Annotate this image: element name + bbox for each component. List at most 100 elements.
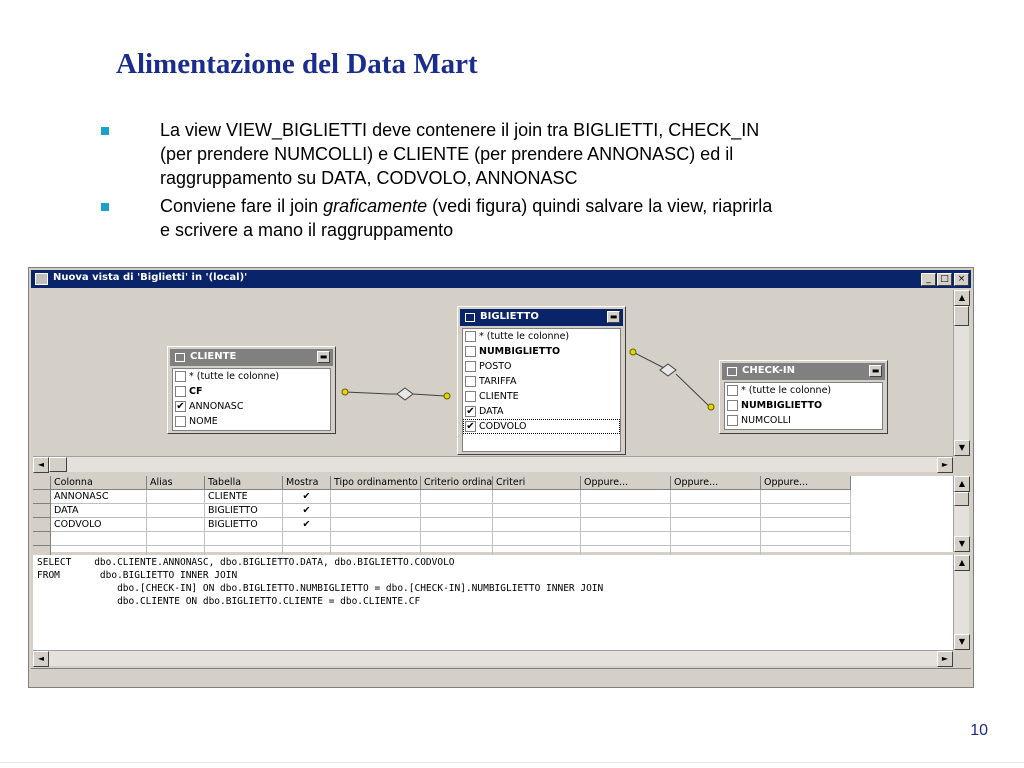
grid-row-selector[interactable] (33, 504, 51, 518)
table-biglietto-header[interactable]: BIGLIETTO ▬ (460, 309, 623, 326)
grid-row-selector[interactable] (33, 532, 51, 546)
grid-cell[interactable]: ✔ (283, 504, 331, 518)
table-column-row[interactable]: NOME (173, 414, 330, 429)
grid-cell[interactable] (761, 490, 851, 504)
maximize-button[interactable]: □ (937, 273, 952, 286)
column-checkbox[interactable] (465, 361, 476, 372)
grid-cell[interactable] (581, 490, 671, 504)
grid-cell[interactable] (331, 532, 421, 546)
grid-cell[interactable] (493, 532, 581, 546)
table-checkin[interactable]: CHECK-IN ▬ * (tutte le colonne) NUMBIGLIE… (719, 360, 888, 434)
scroll-thumb[interactable] (49, 457, 67, 472)
grid-column-header[interactable]: Criterio ordina (421, 476, 493, 490)
scroll-left-button[interactable]: ◄ (33, 651, 49, 667)
table-checkin-header[interactable]: CHECK-IN ▬ (722, 363, 885, 380)
grid-column-header[interactable]: Oppure... (671, 476, 761, 490)
grid-cell[interactable] (493, 490, 581, 504)
grid-column-header[interactable]: Alias (147, 476, 205, 490)
grid-cell[interactable]: CODVOLO (51, 518, 147, 532)
window-titlebar[interactable]: Nuova vista di 'Biglietti' in '(local)' … (31, 270, 971, 288)
grid-cell[interactable] (671, 532, 761, 546)
grid-column-header[interactable]: Oppure... (581, 476, 671, 490)
grid-vscroll[interactable]: ▲ ▼ (953, 476, 970, 552)
column-checkbox[interactable] (727, 415, 738, 426)
grid-cell[interactable] (421, 504, 493, 518)
grid-cell[interactable] (205, 532, 283, 546)
sql-hscroll[interactable]: ◄ ► (33, 650, 953, 667)
table-column-row[interactable]: CF (173, 384, 330, 399)
table-cliente-header[interactable]: CLIENTE ▬ (170, 349, 333, 366)
table-column-row[interactable]: NUMBIGLIETTO (725, 398, 882, 413)
column-checkbox[interactable] (175, 386, 186, 397)
grid-cell[interactable] (147, 490, 205, 504)
grid-column-header[interactable]: Criteri (493, 476, 581, 490)
grid-cell[interactable]: DATA (51, 504, 147, 518)
grid-cell[interactable] (331, 504, 421, 518)
table-column-row[interactable]: ✔ ANNONASC (173, 399, 330, 414)
grid-cell[interactable] (421, 518, 493, 532)
close-button[interactable]: × (954, 273, 969, 286)
diagram-hscroll[interactable]: ◄ ► (33, 456, 953, 473)
table-column-row[interactable]: NUMBIGLIETTO (463, 344, 620, 359)
column-checkbox[interactable]: ✔ (175, 401, 186, 412)
column-checkbox[interactable]: ✔ (465, 406, 476, 417)
grid-column-header[interactable]: Tabella (205, 476, 283, 490)
join-cliente-biglietto[interactable] (341, 387, 451, 401)
grid-cell[interactable] (761, 518, 851, 532)
table-column-row[interactable]: * (tutte le colonne) (463, 329, 620, 344)
grid-cell[interactable]: BIGLIETTO (205, 504, 283, 518)
column-checkbox[interactable] (465, 346, 476, 357)
grid-cell[interactable] (331, 490, 421, 504)
grid-cell[interactable] (147, 518, 205, 532)
grid-cell[interactable] (581, 532, 671, 546)
scroll-thumb[interactable] (954, 306, 969, 326)
column-checkbox[interactable] (465, 376, 476, 387)
grid-cell[interactable] (671, 504, 761, 518)
scroll-down-button[interactable]: ▼ (954, 440, 970, 456)
grid-cell[interactable] (421, 490, 493, 504)
table-column-row[interactable]: * (tutte le colonne) (173, 369, 330, 384)
grid-column-header[interactable]: Tipo ordinamento (331, 476, 421, 490)
grid-cell[interactable] (761, 504, 851, 518)
table-biglietto[interactable]: BIGLIETTO ▬ * (tutte le colonne) NUMBIGLI… (457, 306, 626, 455)
column-checkbox[interactable] (727, 400, 738, 411)
sql-pane[interactable]: SELECT dbo.CLIENTE.ANNONASC, dbo.BIGLIET… (33, 555, 953, 650)
grid-cell[interactable] (671, 490, 761, 504)
minimize-button[interactable]: _ (921, 273, 936, 286)
table-cliente[interactable]: CLIENTE ▬ * (tutte le colonne) CF ✔ ANNONAS… (167, 346, 336, 434)
table-column-row[interactable]: ✔ CODVOLO (463, 419, 620, 434)
grid-cell[interactable] (761, 532, 851, 546)
grid-cell[interactable] (331, 518, 421, 532)
column-checkbox[interactable] (175, 371, 186, 382)
sql-vscroll[interactable]: ▲ ▼ (953, 555, 970, 650)
column-checkbox[interactable] (175, 416, 186, 427)
grid-cell[interactable] (493, 504, 581, 518)
grid-column-header[interactable]: Oppure... (761, 476, 851, 490)
table-cliente-minimize-button[interactable]: ▬ (317, 351, 330, 363)
grid-cell[interactable] (51, 532, 147, 546)
grid-column-header[interactable]: Mostra (283, 476, 331, 490)
grid-cell[interactable] (283, 532, 331, 546)
grid-cell[interactable] (493, 518, 581, 532)
grid-cell[interactable] (671, 518, 761, 532)
table-column-row[interactable]: POSTO (463, 359, 620, 374)
table-biglietto-minimize-button[interactable]: ▬ (607, 311, 620, 323)
table-checkin-minimize-button[interactable]: ▬ (869, 365, 882, 377)
grid-cell[interactable] (421, 532, 493, 546)
scroll-right-button[interactable]: ► (937, 457, 953, 473)
scroll-up-button[interactable]: ▲ (954, 290, 970, 306)
table-column-row[interactable]: NUMCOLLI (725, 413, 882, 428)
table-column-row[interactable]: * (tutte le colonne) (725, 383, 882, 398)
grid-column-header[interactable]: Colonna (51, 476, 147, 490)
scroll-right-button[interactable]: ► (937, 651, 953, 667)
column-checkbox[interactable]: ✔ (465, 421, 476, 432)
column-checkbox[interactable] (727, 385, 738, 396)
join-biglietto-checkin[interactable] (629, 348, 715, 411)
table-column-row[interactable]: TARIFFA (463, 374, 620, 389)
grid-cell[interactable] (581, 518, 671, 532)
table-column-row[interactable]: ✔ DATA (463, 404, 620, 419)
column-checkbox[interactable] (465, 391, 476, 402)
grid-cell[interactable]: ✔ (283, 490, 331, 504)
grid-cell[interactable]: ANNONASC (51, 490, 147, 504)
table-column-row[interactable]: CLIENTE (463, 389, 620, 404)
